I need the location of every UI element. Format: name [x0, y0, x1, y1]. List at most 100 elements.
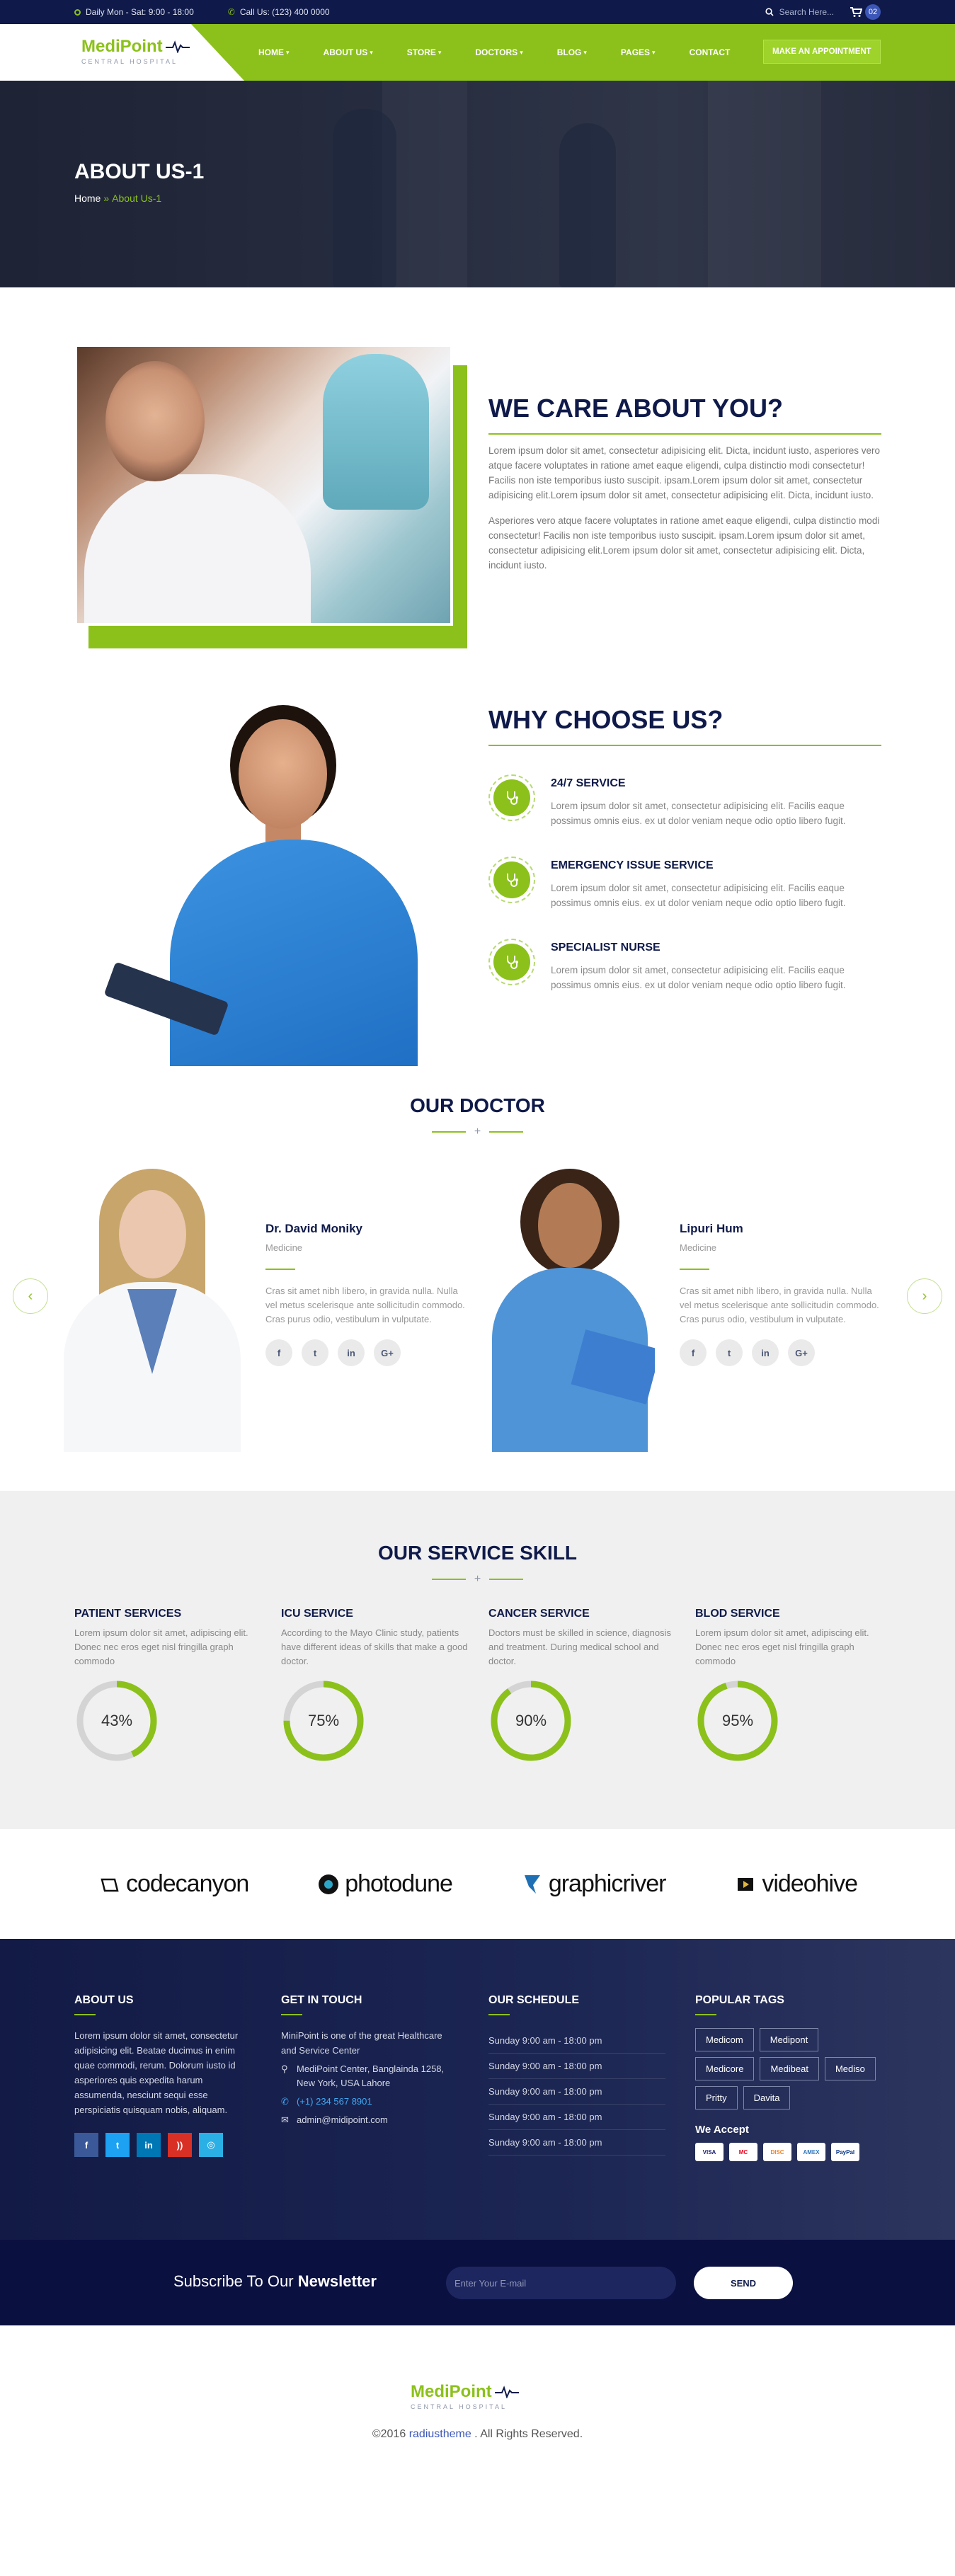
chevron-right-icon[interactable]: › [922, 1288, 927, 1305]
twitter-icon[interactable]: t [302, 1339, 328, 1366]
dribbble-icon[interactable]: ◎ [199, 2133, 223, 2157]
nav-about-us[interactable]: ABOUT US ▾ [324, 47, 373, 57]
skill-title: PATIENT SERVICES [74, 1608, 182, 1620]
tag-link[interactable]: Medicore [695, 2057, 755, 2080]
nurse-face [239, 719, 327, 829]
make-appointment-button[interactable]: MAKE AN APPOINTMENT [763, 40, 881, 64]
brand-name: graphicriver [548, 1870, 667, 1897]
we-accept-label: We Accept [695, 2124, 749, 2136]
footer-heading: OUR SCHEDULE [488, 1994, 580, 2006]
brand-name: codecanyon [125, 1870, 249, 1897]
carousel-prev-button[interactable]: ‹ [13, 1278, 48, 1314]
title-underline [488, 745, 881, 746]
tag-link[interactable]: Mediso [824, 2057, 876, 2080]
chevron-down-icon: ▾ [370, 48, 373, 56]
doctor-bio: Cras sit amet nibh libero, in gravida nu… [265, 1286, 465, 1324]
care-paragraph: Lorem ipsum dolor sit amet, consectetur … [488, 445, 880, 500]
skill-item: CANCER SERVICE Doctors must be skilled in… [488, 1608, 676, 1763]
doctor-card: Lipuri Hum Medicine Cras sit amet nibh l… [478, 1169, 888, 1466]
nav-home[interactable]: HOME ▾ [258, 47, 290, 57]
feature-title: SPECIALIST NURSE [551, 941, 661, 954]
cart-button[interactable]: 02 [850, 4, 881, 20]
footer-address: ⚲ MediPoint Center, Banglainda 1258, New … [281, 2062, 458, 2090]
nav-pages-label: PAGES [620, 47, 651, 57]
facebook-icon[interactable]: f [74, 2133, 98, 2157]
search-input[interactable]: Search Here... [779, 7, 834, 17]
twitter-icon[interactable]: t [716, 1339, 743, 1366]
chevron-down-icon: ▾ [520, 48, 523, 56]
nav-doctors[interactable]: DOCTORS ▾ [475, 47, 522, 57]
care-image-face [105, 361, 205, 481]
carousel-next-button[interactable]: › [907, 1278, 942, 1314]
nav-store[interactable]: STORE ▾ [407, 47, 442, 57]
rss-icon[interactable]: )) [168, 2133, 192, 2157]
logo-subtitle: CENTRAL HOSPITAL [411, 2403, 508, 2410]
tag-link[interactable]: Medicom [695, 2028, 754, 2051]
tag-link[interactable]: Pritty [695, 2086, 738, 2110]
linkedin-icon[interactable]: in [338, 1339, 365, 1366]
discover-icon: DISC [763, 2143, 791, 2161]
stethoscope-icon [488, 857, 535, 903]
schedule-row: Sunday 9:00 am - 18:00 pm [488, 2130, 665, 2156]
email-text[interactable]: admin@midipoint.com [297, 2113, 388, 2127]
heartbeat-icon [165, 40, 190, 53]
schedule-row: Sunday 9:00 am - 18:00 pm [488, 2079, 665, 2105]
brand-logo[interactable]: photodune [316, 1870, 453, 1898]
footer-email[interactable]: ✉ admin@midipoint.com [281, 2113, 458, 2127]
newsletter-label: Subscribe To Our Newsletter [173, 2272, 377, 2291]
brand-logos: codecanyon photodune graphicriver videoh… [0, 1829, 955, 1939]
skill-percent: 90% [515, 1712, 547, 1729]
twitter-icon[interactable]: t [105, 2133, 130, 2157]
breadcrumb-home[interactable]: Home [74, 193, 101, 204]
linkedin-icon[interactable]: in [752, 1339, 779, 1366]
facebook-icon[interactable]: f [265, 1339, 292, 1366]
nav-blog[interactable]: BLOG ▾ [557, 47, 587, 57]
brand-logo[interactable]: graphicriver [520, 1870, 666, 1898]
skill-title: CANCER SERVICE [488, 1608, 590, 1620]
footer-social-links: f t in )) ◎ [74, 2133, 251, 2157]
stethoscope-icon [488, 939, 535, 985]
doctor-name[interactable]: Dr. David Moniky [265, 1222, 467, 1236]
footer-logo[interactable]: MediPoint CENTRAL HOSPITAL [411, 2382, 519, 2410]
brand-logo[interactable]: videohive [733, 1870, 858, 1898]
google-plus-icon[interactable]: G+ [374, 1339, 401, 1366]
footer-phone[interactable]: ✆ (+1) 234 567 8901 [281, 2095, 458, 2109]
nav-pages[interactable]: PAGES ▾ [621, 47, 656, 57]
doctor-name[interactable]: Lipuri Hum [680, 1222, 881, 1236]
linkedin-icon[interactable]: in [137, 2133, 161, 2157]
footer-heading: POPULAR TAGS [695, 1994, 784, 2006]
search-box[interactable]: Search Here... [765, 7, 834, 17]
newsletter-email-input[interactable]: Enter Your E-mail [446, 2267, 676, 2299]
search-icon[interactable] [765, 8, 774, 16]
schedule-row: Sunday 9:00 am - 18:00 pm [488, 2105, 665, 2130]
cart-icon[interactable] [850, 6, 862, 18]
doctor-bio: Cras sit amet nibh libero, in gravida nu… [680, 1286, 879, 1324]
skill-progress-ring: 95% [695, 1678, 780, 1763]
chevron-left-icon[interactable]: ‹ [28, 1288, 33, 1305]
send-button[interactable]: SEND [694, 2267, 793, 2299]
phone-text: Call Us: (123) 400 0000 [239, 7, 330, 17]
tag-link[interactable]: Medibeat [760, 2057, 819, 2080]
care-image-coat [84, 474, 311, 623]
google-plus-icon[interactable]: G+ [788, 1339, 815, 1366]
nav-contact[interactable]: CONTACT [690, 47, 731, 57]
feature-title: EMERGENCY ISSUE SERVICE [551, 859, 714, 871]
site-logo[interactable]: MediPoint CENTRAL HOSPITAL [81, 37, 190, 65]
footer-heading: ABOUT US [74, 1994, 134, 2006]
hours-info: Daily Mon - Sat: 9:00 - 18:00 [74, 7, 194, 17]
tag-link[interactable]: Davita [743, 2086, 791, 2110]
radiustheme-link[interactable]: radiustheme [409, 2428, 471, 2440]
title-divider: + [0, 1126, 955, 1138]
brand-logo[interactable]: codecanyon [98, 1870, 249, 1898]
footer-contact-intro: MiniPoint is one of the great Healthcare… [281, 2030, 442, 2056]
facebook-icon[interactable]: f [680, 1339, 707, 1366]
service-skill-section: OUR SERVICE SKILL + PATIENT SERVICES Lore… [0, 1491, 955, 1829]
phone-text[interactable]: (+1) 234 567 8901 [297, 2095, 372, 2109]
feature-text: Lorem ipsum dolor sit amet, consectetur … [551, 965, 846, 990]
schedule-row: Sunday 9:00 am - 18:00 pm [488, 2028, 665, 2054]
phone-icon: ✆ [281, 2096, 289, 2107]
nurse-image [99, 698, 460, 1066]
cart-count-badge: 02 [865, 4, 881, 20]
footer-heading-underline [74, 2014, 96, 2015]
tag-link[interactable]: Medipont [759, 2028, 819, 2051]
